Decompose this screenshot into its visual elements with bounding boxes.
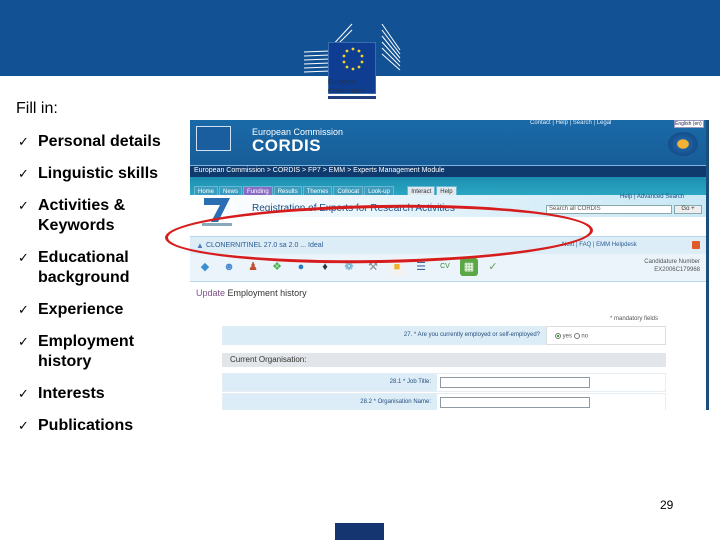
checklist-item: ✓ Publications xyxy=(18,416,188,436)
job-title-label: 28.1 * Job Title: xyxy=(223,374,437,391)
checklist-item-label: Educational background xyxy=(38,249,130,286)
check-icon: ✓ xyxy=(18,198,29,213)
section-heading-title: Employment history xyxy=(227,288,307,298)
main-nav: Home News Funding Results Themes Collocat Look… xyxy=(190,177,706,198)
checklist-item: ✓ Interests xyxy=(18,384,188,404)
current-organisation-header: Current Organisation: xyxy=(222,353,666,367)
cordis-logo-text[interactable]: CORDIS xyxy=(252,136,321,156)
checklist-item: ✓ Activities & Keywords xyxy=(18,196,188,236)
logo-line-2: Commission xyxy=(328,88,367,95)
section-heading: Update Employment history xyxy=(196,288,307,298)
checklist: ✓ Personal details ✓ Linguistic skills ✓ Ac… xyxy=(18,132,188,448)
logo-line-1: European xyxy=(328,79,359,86)
check-icon: ✓ xyxy=(18,334,29,349)
checklist-item-label: Personal details xyxy=(38,133,161,150)
candidature-label: Candidature Number xyxy=(644,259,700,265)
footer-bar xyxy=(335,523,384,540)
language-select[interactable]: English (en) xyxy=(674,120,704,128)
star-badge-icon xyxy=(668,132,698,156)
logo-text: European Commission xyxy=(328,78,367,96)
employment-question: 27. * Are you currently employed or self… xyxy=(222,326,546,345)
check-icon: ✓ xyxy=(18,418,29,433)
submit-icon[interactable]: ✓ xyxy=(484,258,502,276)
document-icon[interactable]: ▦ xyxy=(460,258,478,276)
checklist-item-label: Interests xyxy=(38,385,105,402)
organisation-name-label: 28.2 * Organisation Name: xyxy=(223,394,437,410)
no-radio[interactable] xyxy=(573,333,580,339)
candidature-number: EX2006C179968 xyxy=(654,267,700,273)
check-icon: ✓ xyxy=(18,250,29,265)
check-icon: ✓ xyxy=(18,134,29,149)
checklist-item: ✓ Employment history xyxy=(18,332,188,372)
check-icon: ✓ xyxy=(18,166,29,181)
checklist-item: ✓ Experience xyxy=(18,300,188,320)
checklist-item: ✓ Linguistic skills xyxy=(18,164,188,184)
yes-label: yes xyxy=(562,333,573,340)
go-button-label: Go xyxy=(681,206,690,212)
section-heading-prefix: Update xyxy=(196,288,226,298)
contact-icon[interactable]: ♟ xyxy=(244,258,262,276)
go-button[interactable]: Go + xyxy=(674,205,702,214)
eu-flag-icon xyxy=(196,126,231,151)
fill-in-title: Fill in: xyxy=(16,100,58,117)
help-links[interactable]: Help | Advanced Search xyxy=(620,194,684,200)
checklist-item: ✓ Personal details xyxy=(18,132,188,152)
organisation-name-input[interactable] xyxy=(440,397,590,408)
check-icon: ✓ xyxy=(18,302,29,317)
identity-icon[interactable]: ◆ xyxy=(196,258,214,276)
no-label: no xyxy=(581,333,589,340)
personal-details-icon[interactable]: ☻ xyxy=(220,258,238,276)
checklist-item-label: Publications xyxy=(38,417,134,434)
yes-radio[interactable] xyxy=(555,333,561,339)
top-links[interactable]: Contact | Help | Search | Legal xyxy=(530,120,611,126)
cordis-header: European Commission CORDIS Contact | Hel… xyxy=(190,120,706,165)
job-title-input[interactable] xyxy=(440,377,590,388)
breadcrumb[interactable]: European Commission > CORDIS > FP7 > EMM… xyxy=(190,165,706,177)
check-icon: ✓ xyxy=(18,386,29,401)
logo-underline xyxy=(328,96,376,99)
organisation-name-row: 28.2 * Organisation Name: xyxy=(222,393,666,410)
page-number: 29 xyxy=(660,498,674,512)
checklist-item-label: Experience xyxy=(38,301,124,318)
checklist-item-label: Activities & Keywords xyxy=(38,197,126,234)
job-title-row: 28.1 * Job Title: xyxy=(222,373,666,392)
checklist-item: ✓ Educational background xyxy=(18,248,188,288)
employment-answer: yes no xyxy=(546,326,666,345)
checklist-item-label: Employment history xyxy=(38,333,135,370)
mandatory-note: * mandatory fields xyxy=(610,316,659,322)
european-commission-logo: European Commission xyxy=(300,18,420,100)
search-input[interactable]: Search all CORDIS xyxy=(546,205,672,214)
checklist-item-label: Linguistic skills xyxy=(38,165,159,182)
user-links[interactable]: Next | FAQ | EMM Helpdesk xyxy=(562,242,637,248)
cordis-screenshot: European Commission CORDIS Contact | Hel… xyxy=(190,120,709,410)
logout-icon[interactable] xyxy=(692,241,700,249)
